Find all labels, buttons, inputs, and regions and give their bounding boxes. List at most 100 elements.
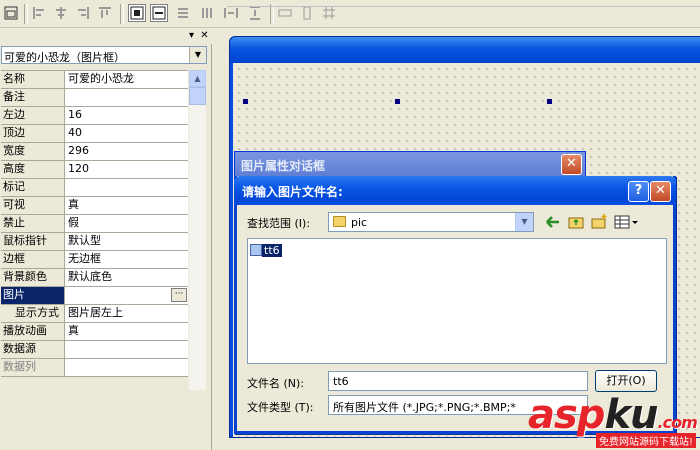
object-selector-value: 可爱的小恐龙（图片框） <box>4 51 125 64</box>
back-arrow-icon[interactable] <box>544 213 562 231</box>
object-selector[interactable]: 可爱的小恐龙（图片框） ▼ <box>1 46 207 64</box>
property-row[interactable]: 可视真 <box>1 197 188 215</box>
picture-property-titlebar: 图片属性对话框 ✕ <box>235 152 585 176</box>
alignment-toolbar <box>0 0 700 28</box>
aspku-logo: aspku.com <box>528 392 698 438</box>
aspku-watermark: aspku.com 免费网站源码下载站! <box>528 392 700 450</box>
property-row[interactable]: 备注 <box>1 89 188 107</box>
lookin-value: pic <box>351 216 368 229</box>
property-value[interactable]: 可爱的小恐龙 <box>65 71 188 88</box>
property-value[interactable]: 无边框 <box>65 251 188 268</box>
file-name: tt6 <box>262 243 282 257</box>
property-row[interactable]: 图片 ··· <box>1 287 188 305</box>
property-value[interactable] <box>65 89 188 106</box>
chevron-down-icon[interactable]: ▼ <box>189 47 206 63</box>
property-value[interactable] <box>65 179 188 196</box>
property-key: 名称 <box>1 71 65 88</box>
property-value[interactable]: 真 <box>65 197 188 214</box>
property-key: 左边 <box>1 107 65 124</box>
property-row[interactable]: 鼠标指针 默认型 <box>1 233 188 251</box>
property-panel: ▾ ✕ 可爱的小恐龙（图片框） ▼ 名称 可爱的小恐龙 备注 左边 16 顶边 40 宽度 29… <box>0 28 212 450</box>
center-vertical-icon[interactable] <box>150 4 168 22</box>
scroll-up-icon[interactable]: ▲ <box>189 70 206 87</box>
open-file-titlebar: 请输入图片文件名: ? ✕ <box>234 176 676 205</box>
image-file-icon <box>250 244 262 256</box>
align-left-icon[interactable] <box>30 4 48 22</box>
property-key: 播放动画 <box>1 323 65 340</box>
property-value[interactable] <box>65 341 188 358</box>
filename-value: tt6 <box>333 375 349 388</box>
property-key: 背景颜色 <box>1 269 65 286</box>
property-key: 高度 <box>1 161 65 178</box>
property-value[interactable]: 假 <box>65 215 188 232</box>
property-row[interactable]: 边框 无边框 <box>1 251 188 269</box>
property-row[interactable]: 顶边 40 <box>1 125 188 143</box>
property-row[interactable]: 左边 16 <box>1 107 188 125</box>
view-menu-icon[interactable] <box>613 213 639 231</box>
file-item[interactable]: tt6 <box>250 243 282 257</box>
property-value[interactable]: 296 <box>65 143 188 160</box>
property-row[interactable]: 数据源 <box>1 341 188 359</box>
property-value[interactable]: 真 <box>65 323 188 340</box>
same-width-icon[interactable] <box>174 4 192 22</box>
window-icon[interactable] <box>2 4 20 22</box>
property-key: 备注 <box>1 89 65 106</box>
resize-handle[interactable] <box>395 99 400 104</box>
filetype-label: 文件类型 (T): <box>247 401 314 414</box>
property-value[interactable] <box>65 287 188 304</box>
property-value[interactable]: 图片居左上 <box>65 305 188 322</box>
property-value[interactable]: 40 <box>65 125 188 142</box>
property-key: 禁止 <box>1 215 65 232</box>
filetype-value: 所有图片文件 (*.JPG;*.PNG;*.BMP;* <box>333 401 516 414</box>
lookin-label: 查找范围 (I): <box>247 217 311 230</box>
close-icon[interactable]: ✕ <box>561 154 582 175</box>
property-row[interactable]: 背景颜色 默认底色 <box>1 269 188 287</box>
property-row[interactable]: 显示方式 图片居左上 <box>1 305 188 323</box>
property-key: 数据列 <box>1 359 65 376</box>
close-icon[interactable]: ✕ <box>199 30 210 41</box>
property-key: 显示方式 <box>1 305 65 322</box>
property-key: 图片 <box>1 287 65 304</box>
scroll-thumb[interactable] <box>189 87 206 105</box>
open-button[interactable]: 打开(O) <box>595 370 657 392</box>
resize-handle[interactable] <box>547 99 552 104</box>
design-form-titlebar <box>230 37 700 63</box>
property-row[interactable]: 数据列 <box>1 359 188 377</box>
filename-input[interactable]: tt6 <box>328 371 588 391</box>
folder-icon <box>333 216 346 227</box>
property-row[interactable]: 禁止假 <box>1 215 188 233</box>
help-icon[interactable]: ? <box>628 181 649 202</box>
file-list[interactable]: tt6 <box>247 238 667 364</box>
property-key: 边框 <box>1 251 65 268</box>
chevron-down-icon[interactable]: ▼ <box>515 213 533 231</box>
center-horizontal-icon[interactable] <box>128 4 146 22</box>
pin-icon[interactable]: ▾ <box>186 30 197 41</box>
property-grid: 名称 可爱的小恐龙 备注 左边 16 顶边 40 宽度 296 高度 120 标记 可视真禁止假鼠标指针… <box>1 70 188 377</box>
resize-handle[interactable] <box>243 99 248 104</box>
watermark-tagline: 免费网站源码下载站! <box>595 433 696 448</box>
lookin-combo[interactable]: pic ▼ <box>328 212 534 232</box>
align-top-icon[interactable] <box>96 4 114 22</box>
up-folder-icon[interactable] <box>567 213 585 231</box>
property-row[interactable]: 高度 120 <box>1 161 188 179</box>
close-icon[interactable]: ✕ <box>650 181 671 202</box>
property-key: 数据源 <box>1 341 65 358</box>
property-value[interactable]: 120 <box>65 161 188 178</box>
property-row[interactable]: 播放动画真 <box>1 323 188 341</box>
property-key: 顶边 <box>1 125 65 142</box>
property-value[interactable] <box>65 359 188 376</box>
property-scrollbar[interactable]: ▲ <box>189 70 206 390</box>
property-key: 可视 <box>1 197 65 214</box>
align-right-icon[interactable] <box>74 4 92 22</box>
property-value[interactable]: 16 <box>65 107 188 124</box>
same-height-icon[interactable] <box>198 4 216 22</box>
ellipsis-button[interactable]: ··· <box>171 288 187 302</box>
property-row[interactable]: 标记 <box>1 179 188 197</box>
property-value[interactable]: 默认底色 <box>65 269 188 286</box>
property-value[interactable]: 默认型 <box>65 233 188 250</box>
new-folder-icon[interactable] <box>590 213 608 231</box>
property-key: 宽度 <box>1 143 65 160</box>
align-center-icon[interactable] <box>52 4 70 22</box>
property-row[interactable]: 宽度 296 <box>1 143 188 161</box>
property-row[interactable]: 名称 可爱的小恐龙 <box>1 71 188 89</box>
